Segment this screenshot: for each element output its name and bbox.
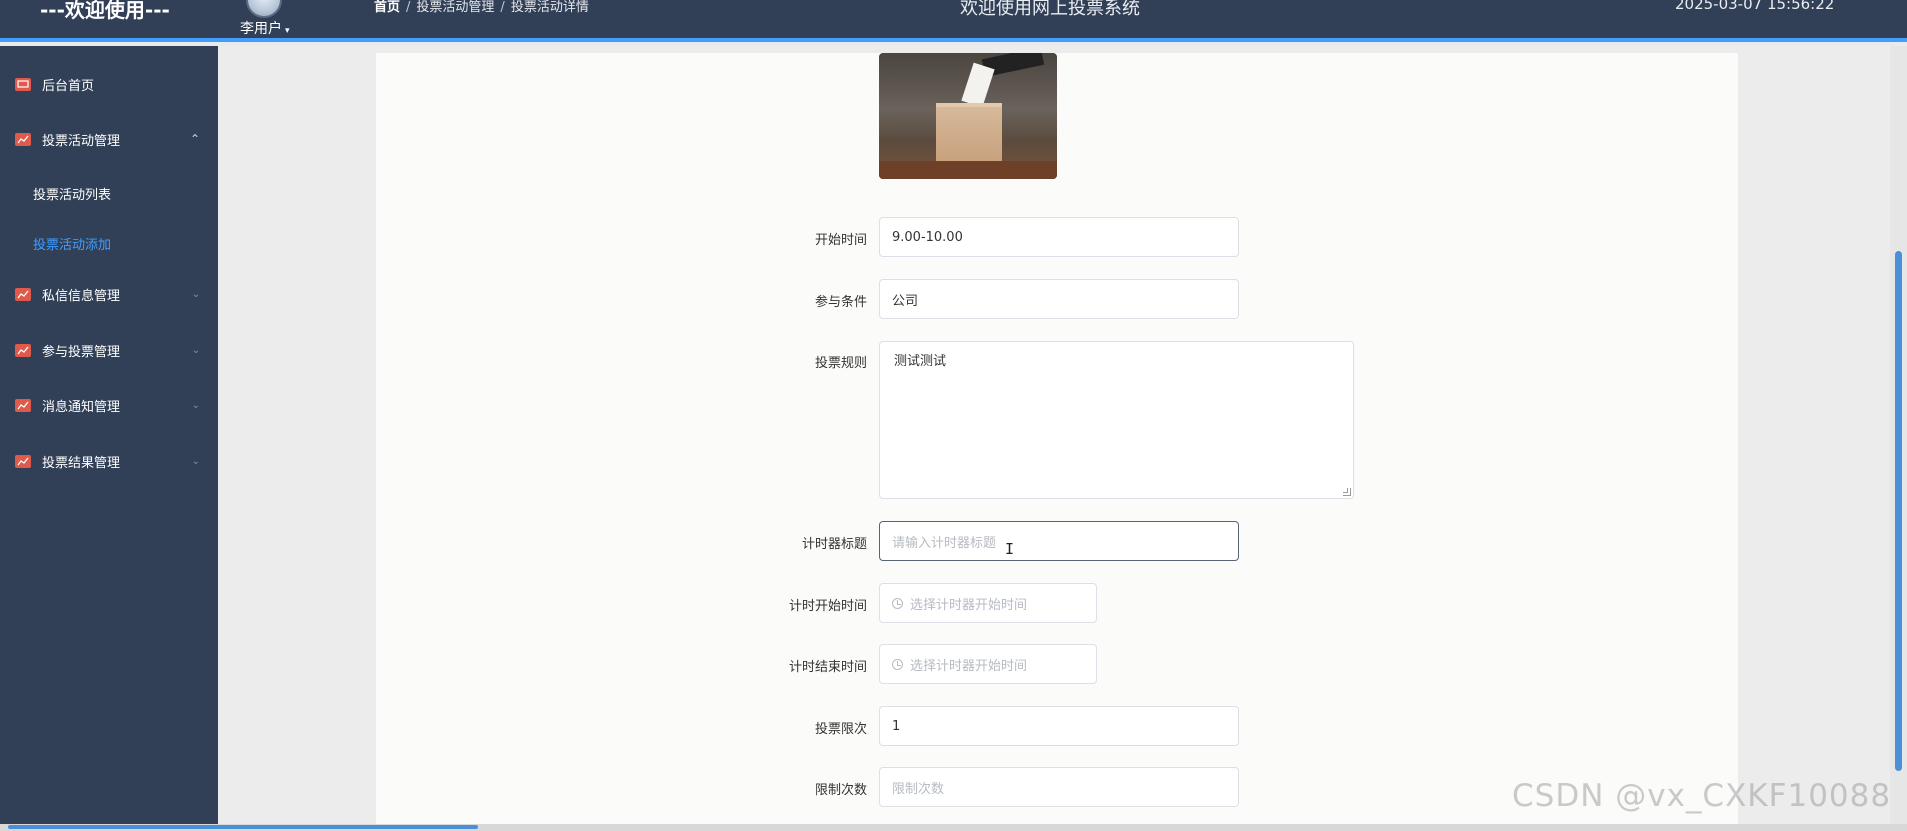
avatar[interactable] (246, 0, 282, 18)
start-time-label: 开始时间 (814, 233, 867, 248)
timer-start-placeholder: 选择计时器开始时间 (910, 597, 1028, 613)
username-label: 李用户 (240, 21, 282, 37)
sidebar-item-label: 投票结果管理 (42, 455, 121, 471)
sidebar-item-private-message[interactable]: 私信信息管理 ⌄ (0, 274, 218, 314)
brand-title: ---欢迎使用--- (40, 0, 170, 22)
sidebar-item-vote-results[interactable]: 投票结果管理 ⌄ (0, 441, 218, 481)
sidebar-subitem-vote-activity-add[interactable]: 投票活动添加 (0, 222, 218, 262)
limit-count-input[interactable]: 限制次数 (879, 767, 1239, 807)
condition-input[interactable]: 公司 (879, 279, 1239, 319)
system-title: 欢迎使用网上投票系统 (960, 0, 1140, 19)
timer-title-input[interactable]: 请输入计时器标题 (879, 521, 1239, 561)
sidebar-item-notifications[interactable]: 消息通知管理 ⌄ (0, 385, 218, 425)
breadcrumb-vote-activity-detail: 投票活动详情 (510, 0, 589, 15)
rules-label: 投票规则 (814, 356, 867, 371)
current-datetime: 2025-03-07 15:56:22 (1675, 0, 1835, 13)
sidebar-item-vote-activity[interactable]: 投票活动管理 ⌃ (0, 119, 218, 159)
sidebar-item-label: 后台首页 (42, 78, 95, 94)
vertical-scroll-thumb[interactable] (1895, 251, 1902, 771)
sidebar-item-dashboard[interactable]: 后台首页 (0, 64, 218, 104)
chart-icon (15, 287, 31, 301)
timer-start-picker[interactable]: 选择计时器开始时间 (879, 583, 1097, 623)
breadcrumb-home[interactable]: 首页 (374, 0, 400, 15)
vertical-scrollbar[interactable] (1890, 46, 1907, 831)
chevron-down-icon: ⌄ (191, 288, 200, 300)
clock-icon (892, 658, 903, 670)
timer-start-label: 计时开始时间 (788, 599, 867, 614)
user-menu[interactable]: 李用户 ▾ (240, 18, 290, 38)
horizontal-scroll-thumb[interactable] (8, 825, 478, 829)
text-cursor-icon: I (1005, 540, 1015, 558)
limit-count-label: 限制次数 (814, 783, 867, 798)
start-time-input[interactable]: 9.00-10.00 (879, 217, 1239, 257)
breadcrumb-vote-activity-management[interactable]: 投票活动管理 (416, 0, 494, 15)
chart-icon (15, 132, 31, 146)
horizontal-scrollbar[interactable] (0, 824, 1907, 831)
breadcrumb: 首页 / 投票活动管理 / 投票活动详情 (374, 0, 589, 15)
rules-text: 测试测试 (894, 354, 947, 369)
watermark: CSDN @vx_CXKF10088 (1512, 778, 1892, 814)
caret-down-icon: ▾ (285, 26, 290, 36)
vote-limit-input[interactable]: 1 (879, 706, 1239, 746)
sidebar-item-label: 投票活动管理 (42, 133, 121, 149)
chevron-down-icon: ⌄ (191, 399, 200, 411)
chart-icon (15, 343, 31, 357)
chevron-up-icon: ⌃ (189, 132, 200, 146)
chart-icon (15, 454, 31, 468)
sidebar-subitem-vote-activity-list[interactable]: 投票活动列表 (0, 172, 218, 212)
timer-end-placeholder: 选择计时器开始时间 (910, 658, 1028, 674)
sidebar-item-label: 消息通知管理 (42, 399, 121, 415)
clock-icon (892, 597, 903, 609)
chart-icon (15, 398, 31, 412)
rules-textarea[interactable]: 测试测试 (879, 341, 1354, 499)
sidebar-item-vote-participation[interactable]: 参与投票管理 ⌄ (0, 330, 218, 370)
resize-handle-icon[interactable] (1343, 488, 1351, 496)
timer-end-label: 计时结束时间 (788, 660, 867, 675)
top-header: ---欢迎使用--- 李用户 ▾ 首页 / 投票活动管理 / 投票活动详情 欢迎使用网上投… (0, 0, 1907, 42)
chevron-down-icon: ⌄ (191, 344, 200, 356)
monitor-icon (15, 77, 31, 91)
sidebar: 后台首页 投票活动管理 ⌃ 投票活动列表 投票活动添加 私信信息管理 ⌄ 参与投… (0, 46, 218, 831)
timer-title-label: 计时器标题 (801, 537, 867, 552)
timer-end-picker[interactable]: 选择计时器开始时间 (879, 644, 1097, 684)
sidebar-item-label: 参与投票管理 (42, 344, 121, 360)
chevron-down-icon: ⌄ (191, 455, 200, 467)
submenu-label: 投票活动添加 (33, 238, 112, 253)
vote-limit-label: 投票限次 (814, 722, 867, 737)
sidebar-item-label: 私信信息管理 (42, 288, 121, 304)
condition-label: 参与条件 (814, 295, 867, 310)
submenu-label: 投票活动列表 (33, 188, 112, 203)
cover-image (879, 53, 1057, 179)
